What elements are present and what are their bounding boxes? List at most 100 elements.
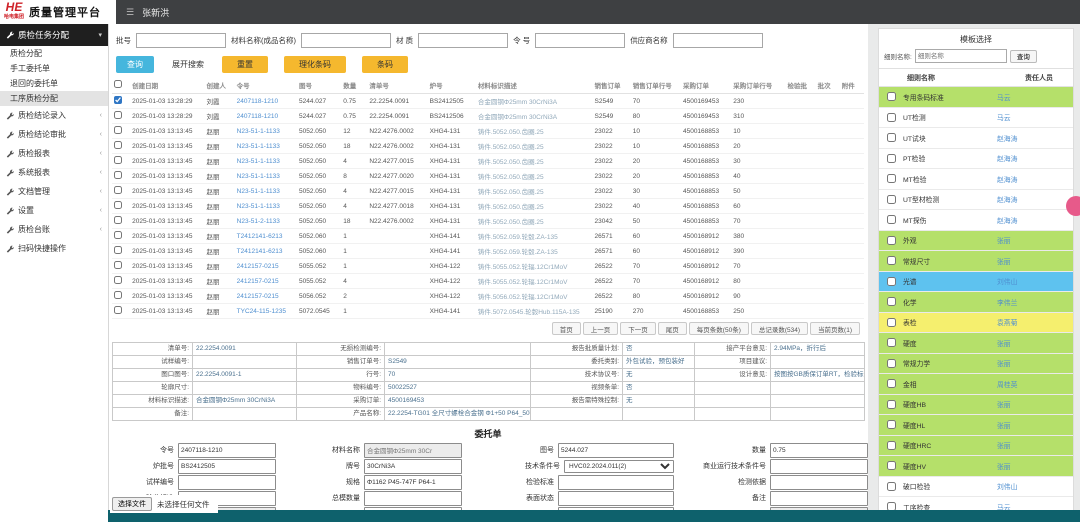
cell-令号[interactable]: 2412157-0215 bbox=[235, 259, 297, 274]
rule-checkbox[interactable] bbox=[887, 277, 896, 286]
tech-condition-no-select[interactable]: HVC02.2024.011(2) bbox=[564, 460, 674, 473]
table-row[interactable]: 2025-01-03 13:13:45赵丽N23-51-1-11335052.0… bbox=[112, 199, 864, 214]
table-row[interactable]: 2025-01-03 13:13:45赵丽N23-51-2-11335052.0… bbox=[112, 214, 864, 229]
rule-person-link[interactable]: 赵海涛 bbox=[997, 153, 1017, 163]
row-checkbox[interactable] bbox=[114, 141, 122, 149]
test-basis-field[interactable] bbox=[770, 475, 868, 490]
row-checkbox[interactable] bbox=[114, 231, 122, 239]
cell-令号[interactable]: N23-51-1-1133 bbox=[235, 169, 297, 184]
cell-令号[interactable]: N23-51-1-1133 bbox=[235, 139, 297, 154]
table-row[interactable]: 2025-01-03 13:28:29刘霞2407118-12105244.02… bbox=[112, 109, 864, 124]
commercial-tech-condition-no-field[interactable] bbox=[770, 459, 868, 474]
rule-person-link[interactable]: 张丽 bbox=[997, 338, 1011, 348]
rule-checkbox[interactable] bbox=[887, 113, 896, 122]
rule-row[interactable]: UT试块赵海涛 bbox=[879, 128, 1073, 149]
supplier-name-input[interactable] bbox=[673, 33, 763, 48]
column-header-创建人[interactable]: 创建人 bbox=[204, 77, 234, 94]
inspection-standard-field[interactable] bbox=[558, 475, 674, 490]
table-row[interactable]: 2025-01-03 13:13:45赵丽N23-51-1-11335052.0… bbox=[112, 154, 864, 169]
rule-row[interactable]: MT检验赵海涛 bbox=[879, 169, 1073, 190]
cell-令号[interactable]: T2412141-6213 bbox=[235, 244, 297, 259]
rule-person-link[interactable]: 赵海涛 bbox=[997, 174, 1017, 184]
row-checkbox[interactable] bbox=[114, 261, 122, 269]
rules-search-input[interactable] bbox=[915, 49, 1007, 63]
material-name-input[interactable] bbox=[301, 33, 391, 48]
rule-checkbox[interactable] bbox=[887, 133, 896, 142]
order-no-input[interactable] bbox=[535, 33, 625, 48]
column-header-销售订单[interactable]: 销售订单 bbox=[593, 77, 631, 94]
rule-checkbox[interactable] bbox=[887, 256, 896, 265]
sidebar-item-退回的委托单[interactable]: 退回的委托单 bbox=[0, 76, 108, 91]
pager-button-当前页数(1)[interactable]: 当前页数(1) bbox=[810, 322, 860, 335]
rule-checkbox[interactable] bbox=[887, 215, 896, 224]
cell-令号[interactable]: N23-51-1-1133 bbox=[235, 154, 297, 169]
row-checkbox[interactable] bbox=[114, 291, 122, 299]
rule-row[interactable]: 硬度张丽 bbox=[879, 333, 1073, 354]
surface-state-field[interactable] bbox=[558, 491, 674, 506]
rule-row[interactable]: 破口检验刘伟山 bbox=[879, 477, 1073, 498]
sidebar-toggle-icon[interactable]: ☰ bbox=[126, 7, 134, 18]
rule-person-link[interactable]: 张丽 bbox=[997, 256, 1011, 266]
rule-person-link[interactable]: 赵海涛 bbox=[997, 194, 1017, 204]
rule-person-link[interactable]: 袁燕菊 bbox=[997, 317, 1017, 327]
rule-row[interactable]: 常规尺寸张丽 bbox=[879, 251, 1073, 272]
rule-person-link[interactable]: 赵海涛 bbox=[997, 133, 1017, 143]
expand-search-button[interactable]: 展开搜索 bbox=[170, 56, 206, 73]
table-row[interactable]: 2025-01-03 13:13:45赵丽N23-51-1-11335052.0… bbox=[112, 169, 864, 184]
pager-button-首页[interactable]: 首页 bbox=[552, 322, 581, 335]
rule-checkbox[interactable] bbox=[887, 154, 896, 163]
cell-令号[interactable]: TYC24-115-1235 bbox=[235, 304, 297, 319]
column-header-检验批[interactable]: 检验批 bbox=[786, 77, 816, 94]
rule-person-link[interactable]: 刘伟山 bbox=[997, 276, 1017, 286]
pager-button-总记录数(534)[interactable]: 总记录数(534) bbox=[751, 322, 808, 335]
row-checkbox[interactable] bbox=[114, 171, 122, 179]
sidebar-item-工序质检分配[interactable]: 工序质检分配 bbox=[0, 91, 108, 106]
sidebar-item-手工委托单[interactable]: 手工委托单 bbox=[0, 61, 108, 76]
mold-quantity-field[interactable] bbox=[364, 491, 462, 506]
order-no-field[interactable] bbox=[178, 443, 276, 458]
rule-row[interactable]: 专用条码标准马云 bbox=[879, 87, 1073, 108]
rule-checkbox[interactable] bbox=[887, 482, 896, 491]
table-row[interactable]: 2025-01-03 13:13:45赵丽T2412141-62135052.0… bbox=[112, 244, 864, 259]
rule-row[interactable]: 常规力学张丽 bbox=[879, 354, 1073, 375]
sidebar-item-质检分配[interactable]: 质检分配 bbox=[0, 46, 108, 61]
user-name[interactable]: 张新洪 bbox=[142, 6, 169, 19]
rule-person-link[interactable]: 周桂英 bbox=[997, 379, 1017, 389]
pager-button-下一页[interactable]: 下一页 bbox=[620, 322, 656, 335]
rule-person-link[interactable]: 张丽 bbox=[997, 461, 1011, 471]
pager-button-尾页[interactable]: 尾页 bbox=[658, 322, 687, 335]
rule-checkbox[interactable] bbox=[887, 441, 896, 450]
rule-checkbox[interactable] bbox=[887, 318, 896, 327]
rule-person-link[interactable]: 李伟兰 bbox=[997, 297, 1017, 307]
rule-row[interactable]: 硬度HB张丽 bbox=[879, 395, 1073, 416]
column-header-炉号[interactable]: 炉号 bbox=[428, 77, 476, 94]
rule-row[interactable]: PT检验赵海涛 bbox=[879, 149, 1073, 170]
floating-badge-icon[interactable] bbox=[1066, 196, 1080, 216]
rule-row[interactable]: UT型材检测赵海涛 bbox=[879, 190, 1073, 211]
column-header-清单号[interactable]: 清单号 bbox=[367, 77, 427, 94]
sidebar-group-质检结论录入[interactable]: 质检结论录入‹ bbox=[0, 106, 108, 125]
row-checkbox[interactable] bbox=[114, 186, 122, 194]
sidebar-group-扫码快捷操作[interactable]: 扫码快捷操作 bbox=[0, 239, 108, 258]
rules-search-button[interactable]: 查询 bbox=[1010, 50, 1037, 63]
rule-checkbox[interactable] bbox=[887, 174, 896, 183]
row-checkbox[interactable] bbox=[114, 201, 122, 209]
table-row[interactable]: 2025-01-03 13:28:29刘霞2407118-12105244.02… bbox=[112, 94, 864, 109]
cell-令号[interactable]: N23-51-1-1133 bbox=[235, 124, 297, 139]
column-header-数量[interactable]: 数量 bbox=[341, 77, 367, 94]
cell-令号[interactable]: N23-51-1-1133 bbox=[235, 199, 297, 214]
row-checkbox[interactable] bbox=[114, 111, 122, 119]
cell-令号[interactable]: N23-51-1-1133 bbox=[235, 184, 297, 199]
rule-row[interactable]: 金相周桂英 bbox=[879, 374, 1073, 395]
pager-button-每页条数(50条)[interactable]: 每页条数(50条) bbox=[689, 322, 749, 335]
column-header-采购订单行号[interactable]: 采购订单行号 bbox=[731, 77, 785, 94]
sidebar-group-active[interactable]: 质检任务分配 ▾ bbox=[0, 24, 108, 46]
rule-person-link[interactable]: 张丽 bbox=[997, 440, 1011, 450]
rule-row[interactable]: UT检测马云 bbox=[879, 108, 1073, 129]
row-checkbox[interactable] bbox=[114, 276, 122, 284]
rule-checkbox[interactable] bbox=[887, 461, 896, 470]
sample-no-field[interactable] bbox=[178, 475, 276, 490]
rule-person-link[interactable]: 赵海涛 bbox=[997, 215, 1017, 225]
table-row[interactable]: 2025-01-03 13:13:45赵丽2412157-02155055.05… bbox=[112, 274, 864, 289]
select-all-checkbox[interactable] bbox=[114, 80, 122, 88]
